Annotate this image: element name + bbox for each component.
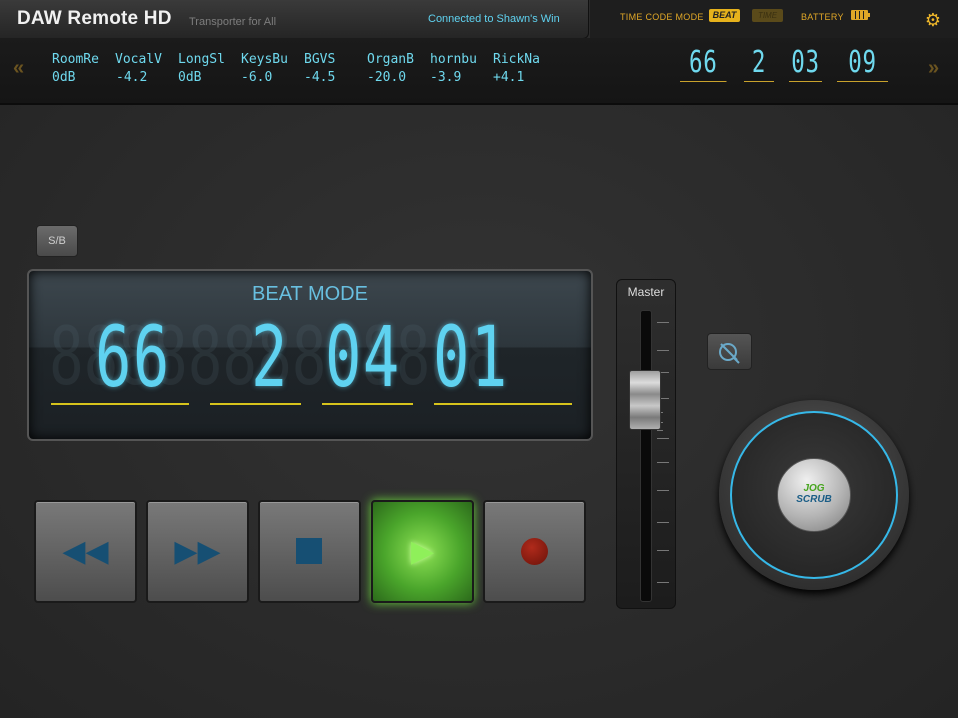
track-name: OrganB	[367, 52, 414, 67]
title-bar: DAW Remote HD Transporter for All Connec…	[0, 0, 589, 39]
display-beat: 2	[251, 308, 289, 406]
jog-label-line1: JOG	[803, 483, 825, 494]
track-item[interactable]: RickNa +4.1	[493, 52, 563, 85]
track-item[interactable]: VocalV -4.2	[115, 52, 185, 85]
rewind-icon: ◀◀	[62, 535, 109, 568]
battery-label: BATTERY	[801, 12, 844, 22]
track-name: RickNa	[493, 52, 540, 67]
jog-wheel[interactable]: JOG SCRUB	[719, 400, 909, 590]
track-volume: -3.9	[430, 70, 462, 85]
track-item[interactable]: OrganB -20.0	[367, 52, 437, 85]
mini-timecode-tick: 09	[837, 45, 888, 82]
fader-tick	[657, 550, 669, 551]
track-item[interactable]: RoomRe 0dB	[52, 52, 122, 85]
underline-sixteenth	[322, 403, 413, 405]
fader-handle[interactable]	[629, 370, 661, 430]
record-icon	[521, 538, 548, 565]
track-item[interactable]: KeysBu -6.0	[241, 52, 311, 85]
mini-timecode-beat: 2	[744, 45, 774, 82]
track-volume: 0dB	[178, 70, 202, 85]
chevron-right-icon[interactable]: »	[928, 57, 939, 80]
mini-timecode-sixteenth: 03	[789, 45, 822, 82]
display-sixteenth: 04	[325, 308, 401, 406]
track-item[interactable]: LongSl 0dB	[178, 52, 248, 85]
track-name: RoomRe	[52, 52, 99, 67]
stop-icon	[296, 538, 322, 564]
master-fader: Master	[616, 279, 676, 609]
mode-title: BEAT MODE	[252, 283, 368, 305]
fast-forward-button[interactable]: ▶▶	[146, 500, 249, 603]
jog-lock-button[interactable]	[707, 333, 752, 370]
play-button[interactable]: ▶	[371, 500, 474, 603]
app-subtitle: Transporter for All	[189, 16, 277, 28]
track-volume: -4.5	[304, 70, 336, 85]
fader-tick	[657, 430, 663, 431]
jog-scrub-button[interactable]: JOG SCRUB	[777, 458, 851, 532]
fader-tick	[657, 522, 669, 523]
track-name: hornbu	[430, 52, 477, 67]
track-volume: 0dB	[52, 70, 76, 85]
play-icon: ▶	[410, 535, 435, 568]
track-name: LongSl	[178, 52, 225, 67]
no-jog-icon	[719, 343, 740, 364]
timecode-mode-label: TIME CODE MODE	[620, 12, 704, 22]
fader-tick	[657, 438, 669, 439]
fader-tick	[657, 582, 669, 583]
track-volume: -4.2	[116, 70, 148, 85]
track-name: KeysBu	[241, 52, 288, 67]
track-volume: +4.1	[493, 70, 525, 85]
connection-status: Connected to Shawn's Win	[428, 13, 560, 25]
record-button[interactable]	[483, 500, 586, 603]
rewind-button[interactable]: ◀◀	[34, 500, 137, 603]
chevron-left-icon[interactable]: «	[13, 57, 24, 80]
track-volume: -6.0	[241, 70, 273, 85]
fast-forward-icon: ▶▶	[174, 535, 221, 568]
fader-track[interactable]	[640, 310, 652, 602]
fader-tick	[657, 350, 669, 351]
track-name: VocalV	[115, 52, 162, 67]
track-list: RoomRe 0dB VocalV -4.2 LongSl 0dB KeysBu…	[52, 52, 572, 88]
master-label: Master	[627, 285, 665, 299]
track-item[interactable]: hornbu -3.9	[430, 52, 500, 85]
gear-icon[interactable]: ⚙	[924, 11, 942, 29]
track-name: BGVS	[304, 52, 336, 67]
stop-button[interactable]	[258, 500, 361, 603]
time-mode-button[interactable]: TIME	[752, 9, 783, 22]
jog-label: JOG SCRUB	[778, 483, 850, 505]
timecode-display: BEAT MODE 8888888888888 66 2 04 01	[27, 269, 593, 441]
track-item[interactable]: BGVS -4.5	[304, 52, 374, 85]
underline-tick	[434, 403, 572, 405]
sb-button[interactable]: S/B	[36, 225, 78, 257]
underline-bar	[51, 403, 189, 405]
underline-beat	[210, 403, 301, 405]
battery-icon	[851, 10, 870, 20]
display-tick: 01	[433, 308, 509, 406]
mini-timecode-bar: 66	[680, 45, 727, 82]
track-volume: -20.0	[367, 70, 407, 85]
display-bar: 66	[95, 308, 171, 406]
fader-tick	[657, 490, 669, 491]
fader-tick	[657, 462, 669, 463]
jog-label-line2: SCRUB	[796, 494, 832, 505]
app-title: DAW Remote HD	[17, 8, 172, 29]
beat-mode-button[interactable]: BEAT	[709, 9, 740, 22]
fader-tick	[657, 322, 669, 323]
